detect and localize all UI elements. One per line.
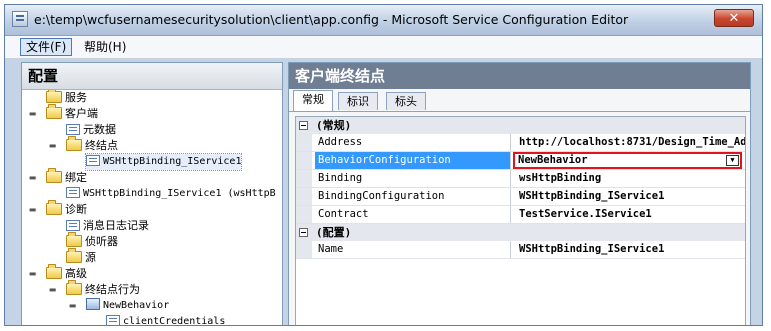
property-name: Binding (315, 170, 511, 187)
folder-icon (66, 136, 82, 151)
tab-general[interactable]: 常规 (293, 90, 333, 111)
binding-value[interactable]: wsHttpBinding (516, 170, 745, 187)
app-window: e:\temp\wcfusernamesecuritysolution\clie… (4, 4, 763, 326)
property-name: Address (315, 134, 511, 151)
configuration-pane: 配置 服务 ▬ 客户端 元数据 ▬ 终结点 WSHttpBinding_ISer… (21, 62, 283, 325)
category-general[interactable]: (常规) (296, 117, 745, 134)
collapse-icon[interactable]: ▬ (68, 301, 77, 310)
folder-icon (46, 200, 62, 215)
menu-file[interactable]: 文件(F) (20, 38, 73, 56)
tree-node-endpoint-behaviors[interactable]: 终结点行为 (66, 280, 140, 298)
property-name: Contract (315, 206, 511, 223)
behavior-icon (86, 298, 100, 310)
category-configuration[interactable]: (配置) (296, 224, 745, 241)
tree-node-advanced[interactable]: 高级 (46, 264, 87, 282)
menu-bar: 文件(F) 帮助(H) (5, 36, 762, 59)
collapse-icon[interactable]: ▬ (28, 173, 37, 182)
close-button[interactable]: ✕ (714, 9, 754, 27)
tree-node-message-logging[interactable]: 消息日志记录 (66, 218, 149, 234)
tree-node-binding-wshttpbinding[interactable]: WSHttpBinding_IService1 (wsHttpB (66, 186, 276, 202)
tree-node-endpoints[interactable]: 终结点 (66, 136, 118, 154)
folder-icon (66, 232, 82, 247)
credentials-icon (106, 315, 120, 325)
settings-icon (66, 220, 80, 231)
expand-icon[interactable] (28, 93, 37, 102)
binding-icon (66, 187, 80, 198)
folder-icon (46, 104, 62, 119)
tree-node-diagnostics[interactable]: 诊断 (46, 200, 87, 218)
collapse-icon[interactable]: ▬ (28, 205, 37, 214)
property-row-bindingconfiguration[interactable]: BindingConfiguration WSHttpBinding_IServ… (296, 188, 745, 206)
collapse-icon[interactable]: ▬ (48, 141, 57, 150)
tab-headers[interactable]: 标头 (386, 92, 426, 110)
property-name: BehaviorConfiguration (315, 152, 511, 169)
tree-node-client[interactable]: 客户端 (46, 104, 98, 122)
tree-node-client-credentials[interactable]: clientCredentials (106, 314, 225, 325)
address-value[interactable]: http://localhost:8731/Design_Time_Addres… (516, 134, 745, 151)
tab-strip: 常规 标识 标头 (289, 89, 750, 112)
property-row-name[interactable]: Name WSHttpBinding_IService1 (296, 241, 745, 259)
configuration-tree[interactable]: 服务 ▬ 客户端 元数据 ▬ 终结点 WSHttpBinding_IServic… (22, 90, 282, 325)
collapse-icon[interactable]: ▬ (28, 269, 37, 278)
property-row-binding[interactable]: Binding wsHttpBinding (296, 170, 745, 188)
property-row-contract[interactable]: Contract TestService.IService1 (296, 206, 745, 224)
folder-icon (46, 264, 62, 279)
behaviorconfiguration-select[interactable]: NewBehavior ▼ (513, 152, 742, 169)
collapse-icon[interactable] (299, 121, 308, 130)
folder-icon (66, 280, 82, 295)
tree-node-newbehavior[interactable]: NewBehavior (86, 298, 169, 314)
folder-icon (46, 168, 62, 183)
property-row-behaviorconfiguration[interactable]: BehaviorConfiguration NewBehavior ▼ (296, 152, 745, 170)
folder-icon (66, 248, 82, 263)
collapse-icon[interactable]: ▬ (48, 285, 57, 294)
property-grid: (常规) Address http://localhost:8731/Desig… (295, 116, 746, 325)
tree-node-bindings[interactable]: 绑定 (46, 168, 87, 186)
menu-help[interactable]: 帮助(H) (79, 38, 131, 56)
property-row-address[interactable]: Address http://localhost:8731/Design_Tim… (296, 134, 745, 152)
settings-icon (66, 124, 80, 135)
title-bar[interactable]: e:\temp\wcfusernamesecuritysolution\clie… (5, 5, 762, 36)
dropdown-arrow-icon[interactable]: ▼ (726, 155, 739, 166)
tab-identity[interactable]: 标识 (338, 92, 378, 110)
tree-node-sources[interactable]: 源 (66, 248, 96, 266)
bindingconfiguration-value[interactable]: WSHttpBinding_IService1 (516, 188, 745, 205)
property-name: Name (315, 241, 511, 258)
name-value[interactable]: WSHttpBinding_IService1 (516, 241, 745, 258)
collapse-icon[interactable]: ▬ (28, 109, 37, 118)
configuration-header: 配置 (22, 63, 282, 90)
window-title: e:\temp\wcfusernamesecuritysolution\clie… (34, 12, 629, 27)
collapse-icon[interactable] (299, 228, 308, 237)
behaviorconfiguration-value: NewBehavior (518, 154, 588, 166)
tree-node-endpoint-wshttpbinding[interactable]: WSHttpBinding_IService1 (84, 153, 243, 171)
folder-icon (46, 90, 62, 103)
property-name: BindingConfiguration (315, 188, 511, 205)
client-endpoint-pane: 客户端终结点 常规 标识 标头 (常规) Address http://loca… (288, 62, 751, 325)
endpoint-icon (86, 155, 100, 166)
contract-value[interactable]: TestService.IService1 (516, 206, 745, 223)
client-endpoint-header: 客户端终结点 (289, 63, 750, 89)
config-editor-icon (12, 11, 28, 27)
